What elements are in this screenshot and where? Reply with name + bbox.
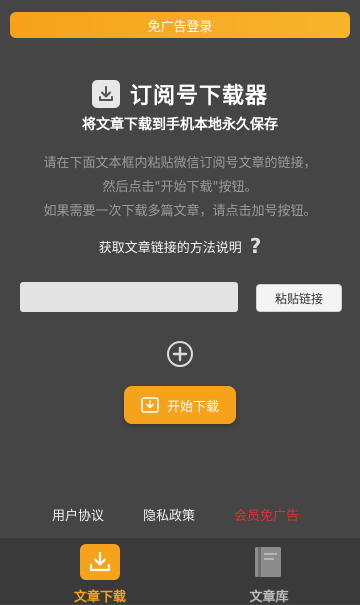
plus-circle-icon: [167, 341, 193, 367]
start-download-label: 开始下载: [166, 399, 219, 415]
article-link-input[interactable]: [20, 282, 238, 312]
paste-link-label: 粘贴链接: [274, 291, 323, 306]
instruction-line-3: 如果需要一次下载多篇文章，请点击加号按钮。: [43, 204, 317, 219]
book-icon: [249, 544, 289, 580]
banner-label: 免广告登录: [147, 19, 213, 35]
tab-article-download[interactable]: 文章下载: [40, 538, 160, 605]
page-subtitle: 将文章下载到手机本地永久保存: [82, 117, 278, 133]
app-header: 订阅号下载器: [0, 76, 360, 112]
download-icon: [80, 544, 120, 580]
privacy-policy-link[interactable]: 隐私政策: [143, 505, 195, 524]
bottom-tab-bar: 文章下载 文章库: [0, 538, 360, 605]
instructions-text: 请在下面文本框内粘贴微信订阅号文章的链接， 然后点击"开始下载"按钮。 如果需要…: [0, 152, 360, 224]
download-icon: [91, 80, 120, 108]
vip-no-ads-link[interactable]: 会员免广告: [234, 505, 299, 524]
download-icon: [141, 397, 159, 413]
instruction-line-1: 请在下面文本框内粘贴微信订阅号文章的链接，: [43, 156, 317, 171]
help-icon[interactable]: ?: [250, 234, 262, 258]
add-link-button[interactable]: [166, 340, 194, 368]
start-download-button[interactable]: 开始下载: [124, 386, 236, 424]
ad-free-login-banner[interactable]: 免广告登录: [10, 12, 350, 38]
link-method-help[interactable]: 获取文章链接的方法说明 ?: [0, 234, 360, 258]
tab-article-library[interactable]: 文章库: [209, 538, 329, 605]
paste-link-button[interactable]: 粘贴链接: [256, 284, 342, 312]
page-title: 订阅号下载器: [129, 84, 268, 109]
user-agreement-link[interactable]: 用户协议: [52, 505, 104, 524]
tab-label: 文章下载: [73, 590, 126, 605]
method-label[interactable]: 获取文章链接的方法说明: [99, 237, 242, 256]
footer-links: 用户协议 隐私政策 会员免广告: [0, 505, 360, 525]
instruction-line-2: 然后点击"开始下载"按钮。: [102, 180, 258, 195]
tab-label: 文章库: [249, 590, 289, 605]
